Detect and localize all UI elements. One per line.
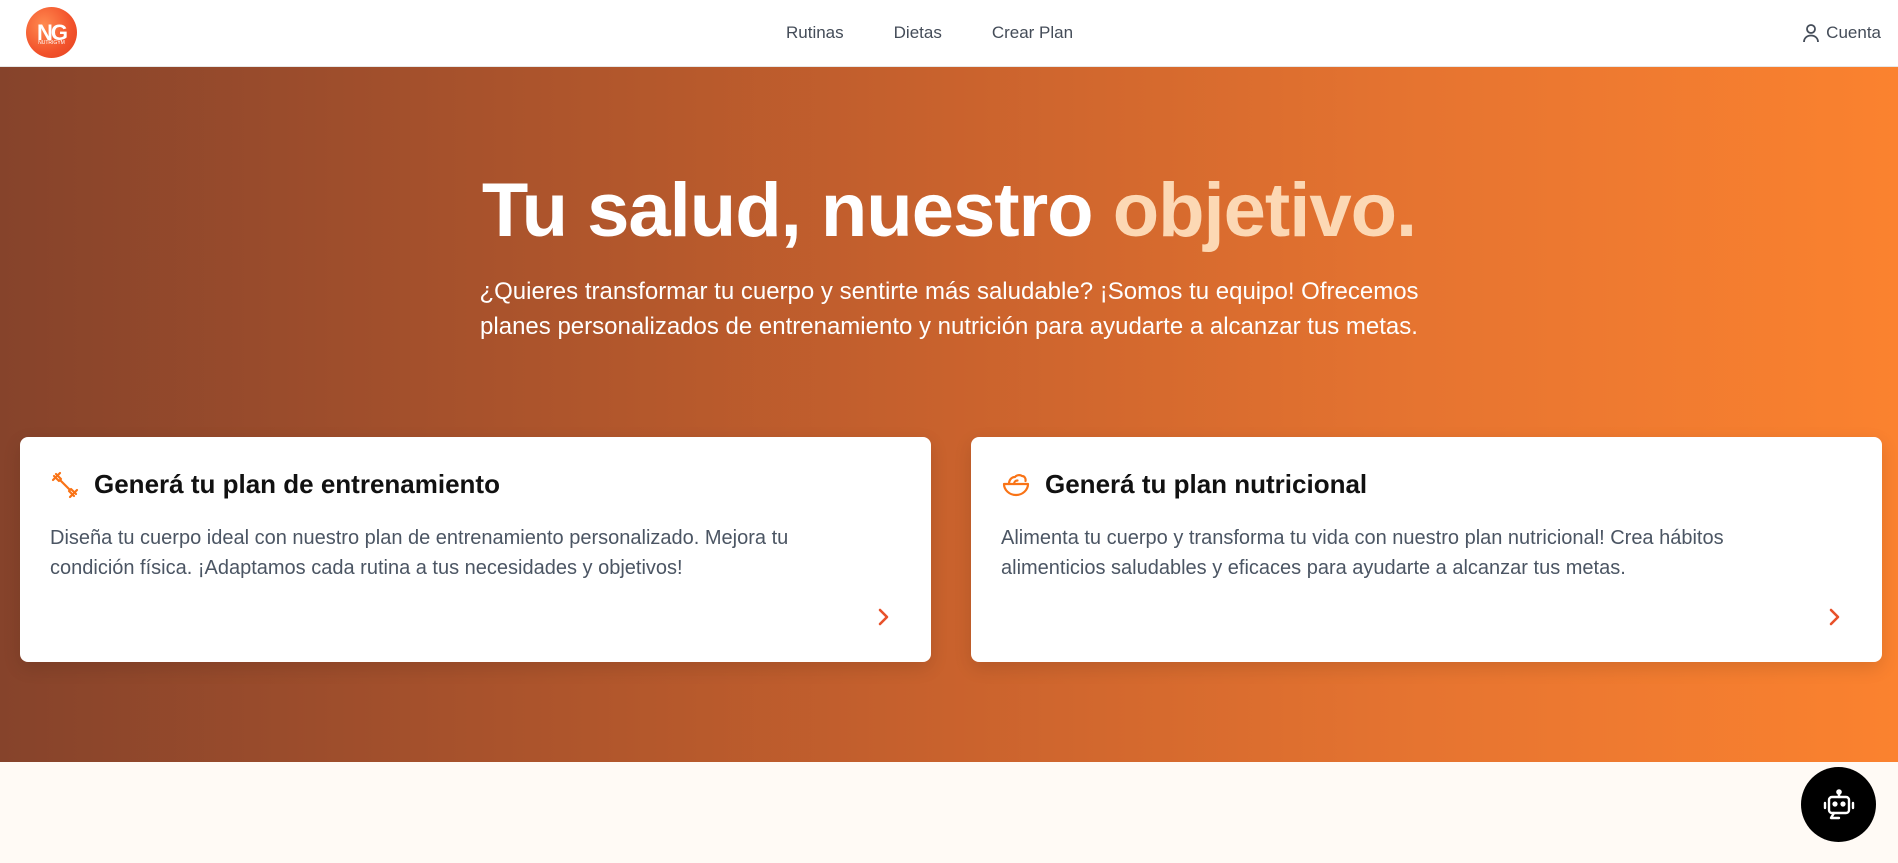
card-header: Generá tu plan de entrenamiento	[50, 469, 500, 500]
card-description: Alimenta tu cuerpo y transforma tu vida …	[1001, 527, 1724, 579]
top-navbar: NG NUTRIGYM Rutinas Dietas Crear Plan Cu…	[0, 0, 1898, 67]
card-title: Generá tu plan nutricional	[1045, 469, 1368, 499]
nutrition-plan-card[interactable]: Generá tu plan nutricional Alimenta tu c…	[971, 437, 1882, 662]
nav-link-rutinas[interactable]: Rutinas	[786, 23, 844, 43]
chevron-right-icon[interactable]	[1822, 605, 1846, 629]
chevron-right-icon[interactable]	[871, 605, 895, 629]
robot-icon	[1823, 788, 1854, 819]
salad-bowl-icon	[1002, 473, 1030, 496]
brand-logo[interactable]: NG NUTRIGYM	[26, 7, 77, 58]
logo-subtext: NUTRIGYM	[38, 40, 65, 46]
training-plan-card[interactable]: Generá tu plan de entrenamiento Diseña t…	[20, 437, 931, 662]
hero-title-accent: objetivo.	[1112, 168, 1417, 253]
hero-subtitle: ¿Quieres transformar tu cuerpo y sentirt…	[479, 278, 1419, 340]
account-button[interactable]: Cuenta	[1802, 0, 1881, 66]
hero-title: Tu salud, nuestro objetivo.	[0, 167, 1898, 254]
chatbot-button[interactable]	[1801, 767, 1876, 842]
card-title: Generá tu plan de entrenamiento	[94, 469, 500, 499]
dumbbell-icon	[51, 471, 79, 498]
main-nav: Rutinas Dietas Crear Plan	[786, 0, 1073, 66]
hero-title-main: Tu salud, nuestro	[481, 168, 1094, 253]
hero-section: Tu salud, nuestro objetivo. ¿Quieres tra…	[0, 67, 1898, 762]
card-description: Diseña tu cuerpo ideal con nuestro plan …	[50, 527, 789, 579]
user-icon	[1803, 24, 1820, 43]
account-label: Cuenta	[1826, 23, 1881, 42]
card-header: Generá tu plan nutricional	[1001, 469, 1367, 500]
nav-link-crear-plan[interactable]: Crear Plan	[992, 23, 1073, 43]
nav-link-dietas[interactable]: Dietas	[894, 23, 942, 43]
